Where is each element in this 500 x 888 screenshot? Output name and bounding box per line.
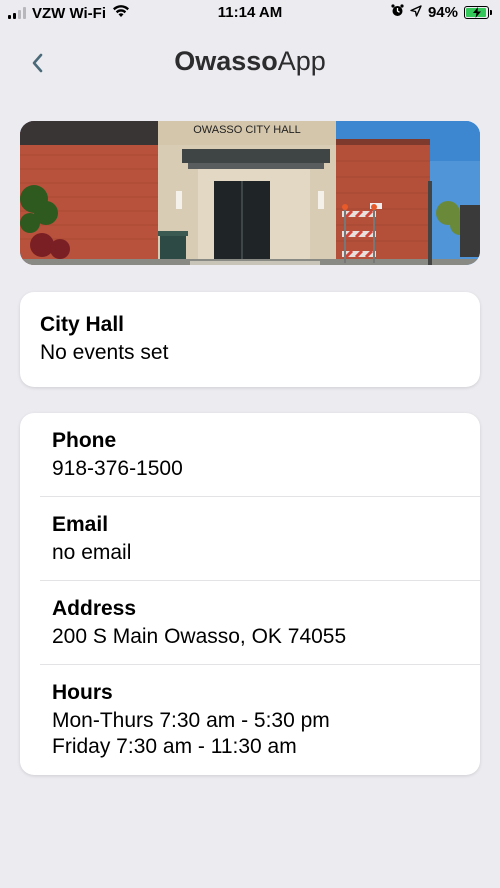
app-title-bold: Owasso — [174, 46, 278, 76]
carrier-label: VZW Wi-Fi — [32, 4, 107, 22]
address-label: Address — [52, 597, 137, 620]
address-value[interactable]: 200 S Main Owasso, OK 74055 — [52, 624, 480, 650]
email-label: Email — [52, 513, 109, 536]
phone-label: Phone — [52, 429, 117, 452]
alarm-icon — [391, 4, 404, 21]
status-left: VZW Wi-Fi — [8, 4, 130, 22]
page-title: OwassoApp — [0, 46, 500, 77]
status-bar: VZW Wi-Fi 11:14 AM 94% — [0, 0, 500, 26]
app-title-light: App — [277, 46, 326, 76]
status-right: 94% — [391, 4, 492, 21]
events-status: No events set — [40, 341, 169, 364]
battery-icon — [464, 6, 492, 19]
city-hall-photo: OWASSO CITY HALL — [20, 121, 480, 265]
phone-value[interactable]: 918-376-1500 — [52, 456, 480, 482]
phone-row[interactable]: Phone 918-376-1500 — [40, 429, 480, 497]
hours-row: Hours Mon-Thurs 7:30 am - 5:30 pm Friday… — [40, 665, 480, 765]
hours-label: Hours — [52, 681, 113, 704]
summary-card: City Hall No events set — [20, 292, 480, 387]
email-row[interactable]: Email no email — [40, 497, 480, 581]
contact-info-card: Phone 918-376-1500 Email no email Addres… — [20, 413, 480, 775]
address-row[interactable]: Address 200 S Main Owasso, OK 74055 — [40, 581, 480, 665]
email-value: no email — [52, 541, 132, 564]
hours-friday: Friday 7:30 am - 11:30 am — [52, 735, 297, 758]
navigation-bar: OwassoApp — [0, 40, 500, 84]
battery-percent: 94% — [427, 4, 458, 21]
building-sign-text: OWASSO CITY HALL — [193, 124, 301, 136]
location-arrow-icon — [410, 4, 422, 21]
cellular-signal-icon — [8, 7, 26, 19]
hours-weekday: Mon-Thurs 7:30 am - 5:30 pm — [52, 709, 330, 732]
location-title: City Hall — [40, 313, 125, 336]
wifi-icon — [112, 4, 130, 22]
